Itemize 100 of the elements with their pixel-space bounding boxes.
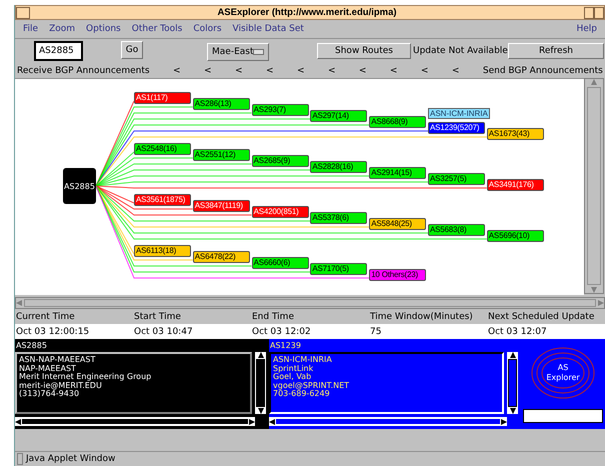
column-header: Next Scheduled Update [487,312,596,322]
info-line: SprintLink [273,364,314,373]
scrollbar-thumb[interactable] [587,87,601,285]
as-node[interactable]: AS5696(10) [486,230,544,242]
as-node[interactable]: AS5848(25) [369,218,426,230]
go-button[interactable]: Go [121,41,143,59]
time-value: 75 [369,326,382,336]
as-node[interactable]: AS2828(16) [310,161,368,173]
as-node[interactable]: AS2685(9) [252,155,309,167]
show-routes-button[interactable]: Show Routes [317,43,411,59]
left-arrow-icon[interactable] [269,418,275,424]
maximize-button[interactable] [594,6,604,18]
info-line: ASN-NAP-MAEEAST [19,356,96,364]
as-node[interactable]: AS1239(5207) [428,122,485,134]
menu-item[interactable]: Other Tools [132,24,182,34]
scrollbar-thumb[interactable] [276,419,500,424]
info-line: NAP-MAEEAST [19,364,77,372]
as-node[interactable]: AS5683(8) [428,224,485,236]
down-arrow-icon[interactable] [510,408,516,414]
info-line: ASN-ICM-INRIA [273,356,333,364]
logo-text: AS [558,363,568,373]
vertical-scrollbar[interactable] [507,352,518,414]
as-node[interactable]: AS2551(12) [192,149,250,161]
logo-text: Explorer [546,373,580,383]
status-grip-icon [17,453,23,465]
left-arrow-icon[interactable] [15,418,21,424]
as-node[interactable]: AS8668(9) [369,116,426,128]
direction-mark: < [204,66,212,76]
root-as-node[interactable]: AS2885 [63,168,96,204]
dropdown-indicator-icon [253,49,264,55]
direction-mark: < [452,66,460,76]
right-arrow-icon[interactable] [249,418,255,424]
time-value: Oct 03 10:47 [133,326,194,336]
as-node[interactable]: AS2548(16) [134,143,191,155]
menu-item[interactable]: File [23,24,38,34]
vertical-scrollbar[interactable] [255,352,266,414]
as-tooltip: ASN-ICM-INRIA [428,108,490,119]
vertical-scrollbar[interactable] [584,78,604,294]
receive-label: Receive BGP Announcements [17,66,150,76]
as-number-field[interactable]: AS2885 [34,41,83,61]
info-text-area[interactable]: ASN-NAP-MAEEAST NAP-MAEEAST Merit Internet Engineering Group merit-ie@MERIT.EDU (313)764-9430 [15,352,252,414]
minimize-button[interactable] [584,6,594,18]
info-line: (313)764-9430 [19,390,80,398]
direction-mark: < [266,66,274,76]
info-line: Goel, Vab [273,373,312,382]
direction-mark: < [328,66,336,76]
update-status: Update Not Available [413,46,508,56]
info-line: 703-689-6249 [273,390,330,398]
as-node[interactable]: AS4200(851) [252,206,309,218]
menu-item[interactable]: Visible Data Set [232,24,304,34]
menu-item[interactable]: Colors [193,24,222,34]
as-node[interactable]: AS6660(6) [252,257,309,269]
help-menu[interactable]: Help [576,24,597,34]
horizontal-scrollbar[interactable] [269,417,507,426]
as-node[interactable]: AS1(117) [134,92,191,104]
right-arrow-icon[interactable] [501,418,507,424]
time-value: Oct 03 12:00:15 [15,326,90,336]
exchange-dropdown[interactable]: Mae-East [207,43,269,61]
window-menu-button[interactable] [16,6,30,18]
panel-title: AS2885 [15,340,48,352]
info-line: vgoel@SPRINT.NET [273,382,350,390]
as-node[interactable]: AS7170(5) [310,263,368,275]
refresh-button[interactable]: Refresh [508,43,604,59]
direction-mark: < [173,66,181,76]
scrollbar-thumb[interactable] [24,299,596,307]
direction-mark: < [390,66,398,76]
up-arrow-icon[interactable] [510,352,516,358]
direction-mark: < [296,66,304,76]
scrollbar-thumb[interactable] [508,359,517,407]
send-label: Send BGP Announcements [482,66,603,76]
column-header: Current Time [15,312,76,322]
info-line: Merit Internet Engineering Group [19,373,152,382]
as-node[interactable]: AS3847(1119) [192,200,250,212]
as-node[interactable]: 10 Others(23) [369,269,426,281]
as-node[interactable]: AS6113(18) [134,245,191,257]
as-node[interactable]: AS293(7) [252,104,309,116]
direction-mark: < [420,66,428,76]
menu-item[interactable]: Zoom [49,24,76,34]
column-header: Time Window(Minutes) [369,312,474,322]
as-node[interactable]: AS2914(15) [369,167,426,179]
column-header: End Time [251,312,295,322]
panel-title: AS1239 [269,340,302,352]
as-node[interactable]: AS1673(43) [486,128,544,140]
as-node[interactable]: AS3491(176) [486,179,544,191]
info-text-area[interactable]: ASN-ICM-INRIA SprintLink Goel, Vab vgoel@SPRINT.NET 703-689-6249 [269,352,504,414]
as-node[interactable]: AS3561(1875) [134,194,191,206]
status-text: Java Applet Window [26,454,116,464]
direction-mark: < [358,66,366,76]
as-node[interactable]: AS297(14) [310,110,368,122]
as-node[interactable]: AS3257(5) [428,173,485,185]
up-arrow-icon[interactable] [258,352,264,358]
horizontal-scrollbar[interactable] [15,297,605,309]
window-title: ASExplorer (http://www.merit.edu/ipma) [216,7,398,18]
as-node[interactable]: AS5378(6) [310,212,368,224]
menu-item[interactable]: Options [86,24,121,34]
horizontal-scrollbar[interactable] [15,417,255,426]
down-arrow-icon[interactable] [258,408,264,414]
time-value: Oct 03 12:07 [487,326,548,336]
as-node[interactable]: AS6478(22) [192,251,250,263]
as-node[interactable]: AS286(13) [192,98,250,110]
